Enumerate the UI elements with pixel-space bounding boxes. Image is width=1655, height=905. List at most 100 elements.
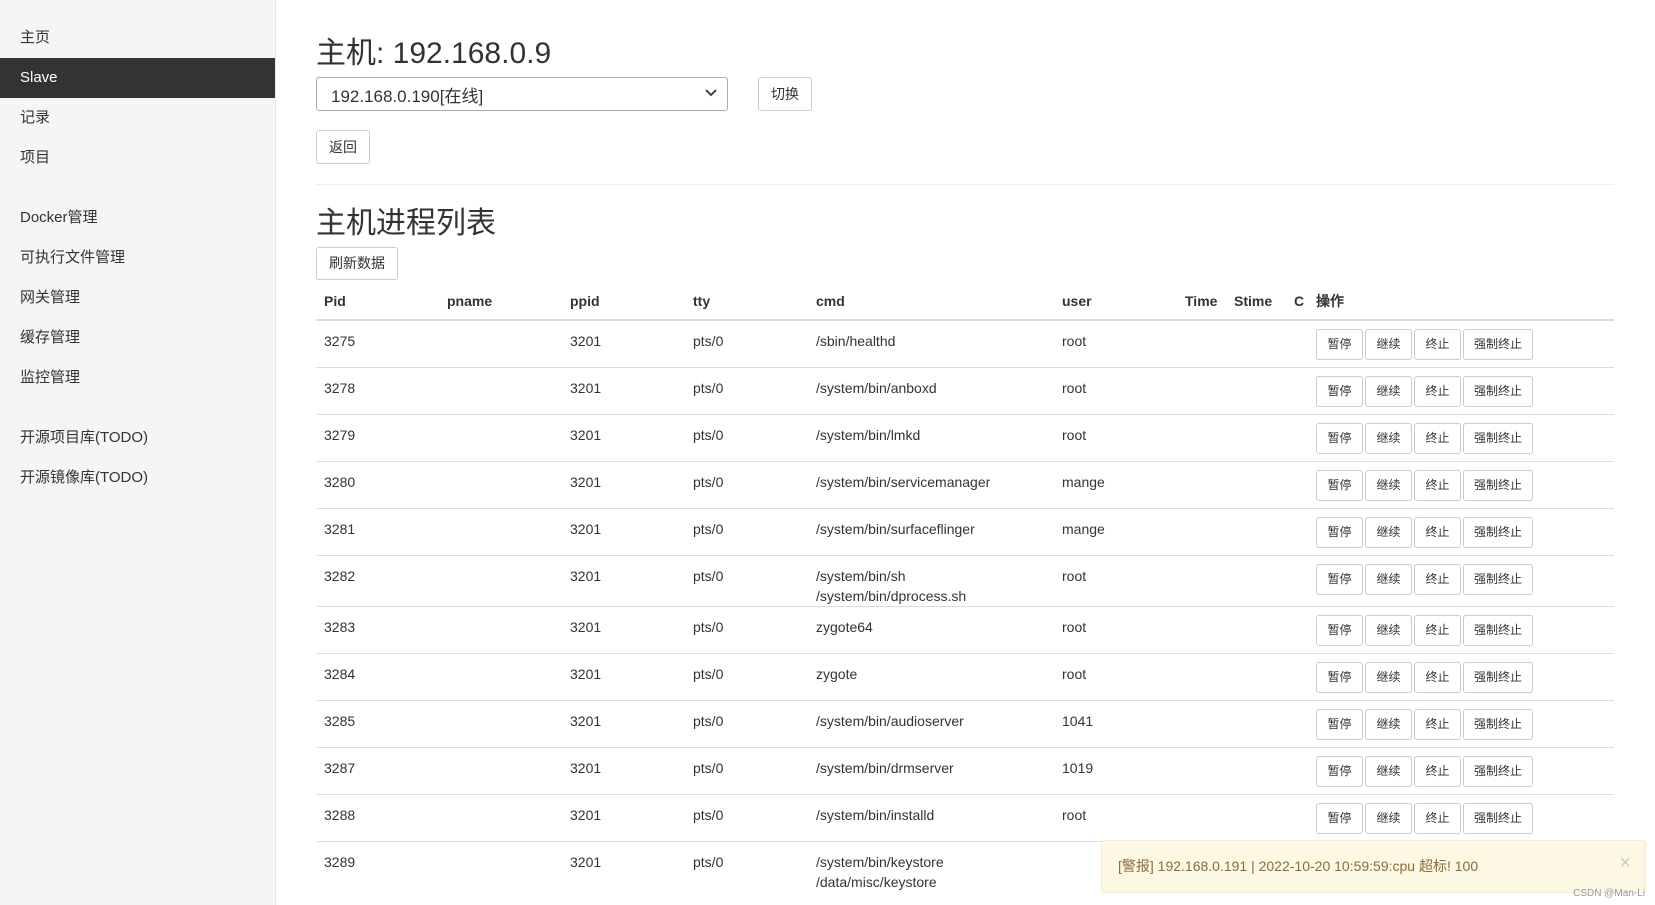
sidebar-item-home[interactable]: 主页 bbox=[0, 18, 275, 58]
force-terminate-button[interactable]: 强制终止 bbox=[1463, 708, 1533, 740]
terminate-button[interactable]: 终止 bbox=[1414, 329, 1461, 360]
pause-button[interactable]: 暂停 bbox=[1316, 802, 1363, 834]
watermark: CSDN @Man-Li bbox=[1573, 888, 1645, 899]
column-header-tty: tty bbox=[685, 282, 808, 321]
cell-time bbox=[1177, 605, 1226, 653]
pause-button[interactable]: 暂停 bbox=[1316, 755, 1363, 787]
pause-button[interactable]: 暂停 bbox=[1316, 375, 1363, 407]
sidebar-item-monitor[interactable]: 监控管理 bbox=[0, 358, 275, 398]
force-terminate-button[interactable]: 强制终止 bbox=[1463, 755, 1533, 787]
cell-c bbox=[1286, 507, 1308, 555]
sidebar-item-slave[interactable]: Slave bbox=[0, 58, 275, 98]
force-terminate-button[interactable]: 强制终止 bbox=[1463, 375, 1533, 407]
pause-button[interactable]: 暂停 bbox=[1316, 708, 1363, 740]
resume-button[interactable]: 继续 bbox=[1365, 469, 1412, 501]
pause-button[interactable]: 暂停 bbox=[1316, 469, 1363, 501]
column-header-pid: Pid bbox=[316, 282, 439, 321]
force-terminate-button[interactable]: 强制终止 bbox=[1463, 516, 1533, 548]
cell-cmd: /system/bin/keystore /data/misc/keystore bbox=[808, 840, 1054, 899]
cell-pid: 3283 bbox=[316, 605, 439, 653]
cell-tty: pts/0 bbox=[685, 793, 808, 841]
cell-c bbox=[1286, 554, 1308, 606]
pause-button[interactable]: 暂停 bbox=[1316, 614, 1363, 646]
pause-button[interactable]: 暂停 bbox=[1316, 516, 1363, 548]
pause-button[interactable]: 暂停 bbox=[1316, 329, 1363, 360]
sidebar-item-open-source-projects[interactable]: 开源项目库(TODO) bbox=[0, 418, 275, 458]
sidebar-item-projects[interactable]: 项目 bbox=[0, 138, 275, 178]
cell-user: 1041 bbox=[1054, 699, 1177, 747]
resume-button[interactable]: 继续 bbox=[1365, 516, 1412, 548]
resume-button[interactable]: 继续 bbox=[1365, 661, 1412, 693]
cell-actions: 暂停 继续 终止 强制终止 bbox=[1308, 652, 1614, 700]
cell-user: root bbox=[1054, 554, 1177, 606]
terminate-button[interactable]: 终止 bbox=[1414, 563, 1461, 595]
alert-banner: [警报] 192.168.0.191 | 2022-10-20 10:59:59… bbox=[1101, 840, 1646, 893]
cell-pname bbox=[439, 793, 562, 841]
sidebar-item-gateway[interactable]: 网关管理 bbox=[0, 278, 275, 318]
cell-pid: 3278 bbox=[316, 366, 439, 414]
cell-cmd: /system/bin/audioserver bbox=[808, 699, 1054, 747]
cell-cmd: /system/bin/anboxd bbox=[808, 366, 1054, 414]
resume-button[interactable]: 继续 bbox=[1365, 802, 1412, 834]
refresh-button[interactable]: 刷新数据 bbox=[316, 247, 398, 280]
terminate-button[interactable]: 终止 bbox=[1414, 614, 1461, 646]
cell-pname bbox=[439, 507, 562, 555]
cell-tty: pts/0 bbox=[685, 652, 808, 700]
terminate-button[interactable]: 终止 bbox=[1414, 755, 1461, 787]
close-icon[interactable]: × bbox=[1619, 853, 1631, 873]
back-button[interactable]: 返回 bbox=[316, 130, 370, 164]
resume-button[interactable]: 继续 bbox=[1365, 563, 1412, 595]
cell-c bbox=[1286, 319, 1308, 367]
cell-cmd: /system/bin/installd bbox=[808, 793, 1054, 841]
resume-button[interactable]: 继续 bbox=[1365, 329, 1412, 360]
terminate-button[interactable]: 终止 bbox=[1414, 708, 1461, 740]
resume-button[interactable]: 继续 bbox=[1365, 375, 1412, 407]
resume-button[interactable]: 继续 bbox=[1365, 755, 1412, 787]
cell-cmd: zygote bbox=[808, 652, 1054, 700]
table-row: 3285 3201 pts/0/system/bin/audioserver 1041… bbox=[316, 699, 1614, 747]
terminate-button[interactable]: 终止 bbox=[1414, 422, 1461, 454]
page-title: 主机: 192.168.0.9 bbox=[316, 37, 552, 70]
cell-user: mange bbox=[1054, 507, 1177, 555]
terminate-button[interactable]: 终止 bbox=[1414, 802, 1461, 834]
resume-button[interactable]: 继续 bbox=[1365, 614, 1412, 646]
terminate-button[interactable]: 终止 bbox=[1414, 661, 1461, 693]
pause-button[interactable]: 暂停 bbox=[1316, 661, 1363, 693]
force-terminate-button[interactable]: 强制终止 bbox=[1463, 329, 1533, 360]
process-table: Pid pname ppid tty cmd user Time Stime C… bbox=[316, 282, 1614, 899]
cell-pname bbox=[439, 699, 562, 747]
switch-button[interactable]: 切换 bbox=[758, 77, 812, 111]
force-terminate-button[interactable]: 强制终止 bbox=[1463, 469, 1533, 501]
sidebar-item-open-source-images[interactable]: 开源镜像库(TODO) bbox=[0, 458, 275, 498]
force-terminate-button[interactable]: 强制终止 bbox=[1463, 802, 1533, 834]
sidebar-item-cache[interactable]: 缓存管理 bbox=[0, 318, 275, 358]
cell-c bbox=[1286, 746, 1308, 794]
force-terminate-button[interactable]: 强制终止 bbox=[1463, 614, 1533, 646]
cell-pname bbox=[439, 366, 562, 414]
terminate-button[interactable]: 终止 bbox=[1414, 375, 1461, 407]
sidebar-item-docker[interactable]: Docker管理 bbox=[0, 198, 275, 238]
cell-time bbox=[1177, 652, 1226, 700]
host-select[interactable]: 192.168.0.190[在线] bbox=[316, 77, 728, 111]
sidebar-item-executables[interactable]: 可执行文件管理 bbox=[0, 238, 275, 278]
resume-button[interactable]: 继续 bbox=[1365, 708, 1412, 740]
cell-c bbox=[1286, 366, 1308, 414]
force-terminate-button[interactable]: 强制终止 bbox=[1463, 661, 1533, 693]
cell-pid: 3282 bbox=[316, 554, 439, 606]
cell-stime bbox=[1226, 460, 1286, 508]
cell-cmd: /system/bin/sh /system/bin/dprocess.sh bbox=[808, 554, 1054, 606]
terminate-button[interactable]: 终止 bbox=[1414, 469, 1461, 501]
table-row: 3282 3201 pts/0/system/bin/sh /system/bin/… bbox=[316, 554, 1614, 606]
cell-pname bbox=[439, 746, 562, 794]
cell-time bbox=[1177, 746, 1226, 794]
column-header-ppid: ppid bbox=[562, 282, 685, 321]
cell-time bbox=[1177, 413, 1226, 461]
force-terminate-button[interactable]: 强制终止 bbox=[1463, 563, 1533, 595]
sidebar-item-records[interactable]: 记录 bbox=[0, 98, 275, 138]
pause-button[interactable]: 暂停 bbox=[1316, 563, 1363, 595]
resume-button[interactable]: 继续 bbox=[1365, 422, 1412, 454]
table-row: 3281 3201 pts/0/system/bin/surfaceflinger m… bbox=[316, 507, 1614, 555]
terminate-button[interactable]: 终止 bbox=[1414, 516, 1461, 548]
pause-button[interactable]: 暂停 bbox=[1316, 422, 1363, 454]
force-terminate-button[interactable]: 强制终止 bbox=[1463, 422, 1533, 454]
